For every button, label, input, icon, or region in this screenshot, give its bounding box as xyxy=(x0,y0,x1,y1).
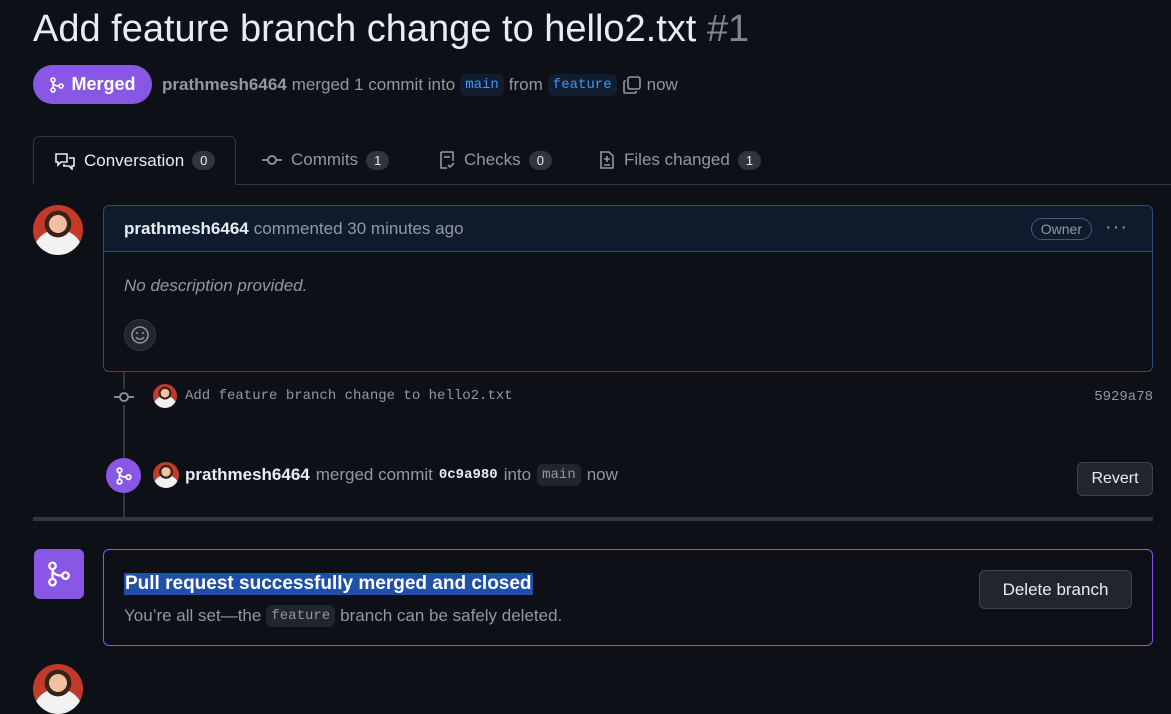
tab-commits[interactable]: Commits 1 xyxy=(261,136,390,184)
merge-box-badge xyxy=(34,549,84,599)
pr-tabs: Conversation 0 Commits 1 Checks 0 Files … xyxy=(33,136,1171,185)
git-commit-icon xyxy=(262,155,282,165)
tab-label: Conversation xyxy=(84,150,185,170)
pr-title-text: Add feature branch change to hello2.txt xyxy=(33,8,697,50)
git-merge-icon xyxy=(48,561,70,587)
commit-avatar[interactable] xyxy=(153,384,177,408)
merge-avatar[interactable] xyxy=(153,462,179,488)
merge-event-row: prathmesh6464 merged commit 0c9a980 into… xyxy=(153,462,618,488)
merged-state-badge: Merged xyxy=(33,65,152,104)
copy-icon[interactable] xyxy=(622,75,642,95)
revert-button[interactable]: Revert xyxy=(1077,462,1153,496)
merge-status-suffix: branch can be safely deleted. xyxy=(340,606,563,625)
tab-conversation[interactable]: Conversation 0 xyxy=(33,136,237,185)
add-reaction-button[interactable] xyxy=(124,319,156,351)
kebab-menu-icon[interactable]: ··· xyxy=(1105,216,1128,239)
comment-timestamp: commented 30 minutes ago xyxy=(253,218,464,238)
merge-into-text: into xyxy=(503,465,532,484)
pr-title: Add feature branch change to hello2.txt … xyxy=(33,8,749,51)
merge-status-prefix: You’re all set—the xyxy=(124,606,262,625)
tab-files-changed[interactable]: Files changed 1 xyxy=(598,136,762,184)
git-merge-icon xyxy=(50,76,65,93)
timeline-divider xyxy=(33,517,1153,521)
git-commit-icon xyxy=(113,389,135,405)
comment-box: prathmesh6464 commented 30 minutes ago O… xyxy=(103,205,1153,372)
meta-user-link[interactable]: prathmesh6464 xyxy=(162,75,287,95)
commit-sha-link[interactable]: 5929a78 xyxy=(1094,389,1153,405)
merge-text: merged commit xyxy=(315,465,433,484)
tab-label: Files changed xyxy=(624,150,730,169)
feature-branch-label[interactable]: feature xyxy=(266,605,336,627)
comment-author-link[interactable]: prathmesh6464 xyxy=(124,219,249,239)
tab-label: Commits xyxy=(291,150,359,169)
base-branch-link[interactable]: main xyxy=(460,74,504,96)
tab-checks[interactable]: Checks 0 xyxy=(438,136,552,184)
merged-state-label: Merged xyxy=(71,74,136,94)
tab-counter: 1 xyxy=(737,150,762,170)
comment-body: No description provided. xyxy=(124,276,308,295)
meta-from-text: from xyxy=(508,75,543,94)
commit-message-link[interactable]: Add feature branch change to hello2.txt xyxy=(185,388,513,404)
head-branch-link[interactable]: feature xyxy=(547,74,617,96)
author-avatar[interactable] xyxy=(33,205,83,255)
merge-status-subtitle: You’re all set—the feature branch can be… xyxy=(124,605,562,627)
commit-row: Add feature branch change to hello2.txt xyxy=(153,384,513,408)
smiley-icon xyxy=(131,326,149,344)
pr-meta: prathmesh6464 merged 1 commit into main … xyxy=(162,74,678,96)
merge-status-box: Pull request successfully merged and clo… xyxy=(103,549,1153,646)
owner-badge: Owner xyxy=(1030,218,1092,240)
comment-discussion-icon xyxy=(55,152,75,170)
meta-merged-text: merged 1 commit into xyxy=(291,75,456,94)
file-diff-icon xyxy=(600,151,614,169)
checklist-icon xyxy=(440,151,455,169)
meta-time: now xyxy=(646,75,678,94)
tab-counter: 0 xyxy=(528,150,552,170)
comment-header: prathmesh6464 commented 30 minutes ago O… xyxy=(104,206,1152,252)
tab-label: Checks xyxy=(464,150,521,169)
tab-counter: 1 xyxy=(366,150,390,170)
merge-sha-link[interactable]: 0c9a980 xyxy=(439,467,498,483)
merge-time: now xyxy=(586,465,618,484)
pr-number: #1 xyxy=(706,8,750,50)
delete-branch-button[interactable]: Delete branch xyxy=(979,570,1132,609)
git-merge-icon xyxy=(115,466,132,485)
merge-event-badge xyxy=(106,458,141,493)
merge-user-link[interactable]: prathmesh6464 xyxy=(185,465,310,485)
merge-branch-link[interactable]: main xyxy=(537,464,581,486)
tab-counter: 0 xyxy=(192,151,216,170)
merge-status-title: Pull request successfully merged and clo… xyxy=(124,573,533,595)
